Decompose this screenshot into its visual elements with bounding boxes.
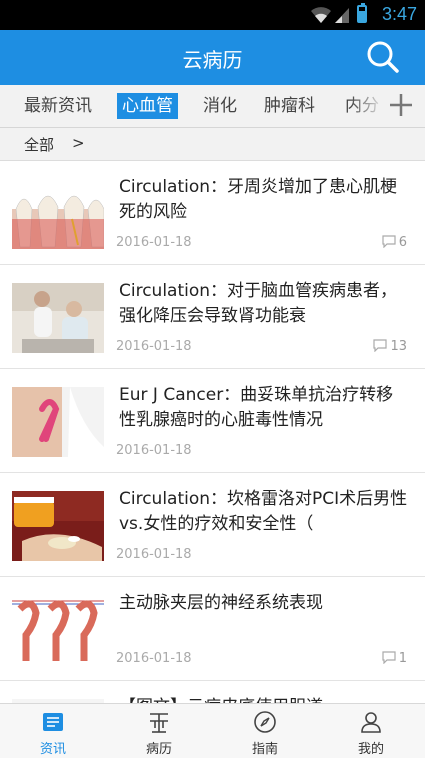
article-thumbnail (12, 595, 104, 665)
article-item[interactable]: 【图文】云病皮底使用胆道 (0, 681, 425, 703)
nav-label: 我的 (357, 742, 384, 757)
article-item[interactable]: Eur J Cancer：曲妥珠单抗治疗转移性乳腺癌时的心脏毒性情况 2016-… (0, 369, 425, 473)
article-title: Eur J Cancer：曲妥珠单抗治疗转移性乳腺癌时的心脏毒性情况 (119, 385, 394, 430)
filter-bar[interactable]: 全部 > (0, 128, 425, 161)
article-thumbnail (12, 283, 104, 353)
tab-oncology[interactable]: 肿瘤科 (259, 93, 320, 119)
filter-arrow-icon: > (72, 134, 85, 152)
comment-count: 1 (382, 651, 407, 666)
nav-profile[interactable]: 我的 (318, 704, 424, 758)
comment-icon (373, 339, 388, 353)
comment-icon (382, 651, 396, 665)
article-thumbnail (12, 179, 104, 249)
article-item[interactable]: Circulation：牙周炎增加了患心肌梗死的风险 2016-01-18 6 (0, 161, 425, 265)
filter-label: 全部 (24, 136, 55, 154)
search-icon[interactable] (366, 40, 400, 74)
signal-icon (335, 8, 349, 23)
article-date: 2016-01-18 (116, 547, 192, 562)
wifi-icon (311, 7, 331, 23)
article-thumbnail (12, 387, 104, 457)
comment-count-value: 13 (390, 339, 407, 354)
news-icon (43, 713, 63, 731)
article-date: 2016-01-18 (116, 443, 192, 458)
article-date: 2016-01-18 (116, 235, 192, 250)
status-bar: 3:47 (0, 0, 425, 30)
article-item[interactable]: Circulation：坎格雷洛对PCI术后男性vs.女性的疗效和安全性（ 20… (0, 473, 425, 577)
tab-latest[interactable]: 最新资讯 (19, 93, 97, 119)
person-icon (361, 712, 381, 733)
tab-digestive[interactable]: 消化 (198, 93, 242, 119)
article-item[interactable]: Circulation：对于脑血管疾病患者，强化降压会导致肾功能衰 2016-0… (0, 265, 425, 369)
nav-records[interactable]: 病历 (106, 704, 212, 758)
nav-label: 病历 (145, 742, 172, 757)
page-title: 云病历 (182, 48, 243, 72)
article-title: 主动脉夹层的神经系统表现 (119, 593, 323, 613)
article-title: Circulation：坎格雷洛对PCI术后男性vs.女性的疗效和安全性（ (119, 489, 408, 534)
battery-icon (357, 3, 367, 23)
article-title: Circulation：对于脑血管疾病患者，强化降压会导致肾功能衰 (119, 281, 398, 326)
comment-count-value: 6 (398, 235, 407, 250)
article-title: 【图文】云病皮底使用胆道 (119, 695, 409, 703)
add-category-icon[interactable] (387, 91, 415, 119)
comment-count-value: 1 (398, 651, 407, 666)
category-tabs: 最新资讯 心血管 消化 肿瘤科 内分 (0, 85, 425, 128)
bottom-navigation: 资讯 病历 指南 我的 (0, 703, 425, 758)
status-time: 3:47 (381, 4, 417, 24)
compass-icon (254, 711, 276, 733)
article-item[interactable]: 主动脉夹层的神经系统表现 2016-01-18 1 (0, 577, 425, 681)
article-title: Circulation：牙周炎增加了患心肌梗死的风险 (119, 177, 398, 222)
record-icon (150, 713, 168, 733)
tab-cardiovascular[interactable]: 心血管 (117, 93, 178, 119)
article-thumbnail (12, 491, 104, 561)
comment-count: 13 (373, 339, 407, 354)
comment-icon (382, 235, 396, 249)
nav-label: 资讯 (39, 742, 66, 757)
tabs-fade (350, 85, 385, 127)
article-date: 2016-01-18 (116, 651, 192, 666)
comment-count: 6 (382, 235, 407, 250)
nav-label: 指南 (251, 742, 278, 757)
nav-news[interactable]: 资讯 (0, 704, 106, 758)
article-list: Circulation：牙周炎增加了患心肌梗死的风险 2016-01-18 6 … (0, 161, 425, 703)
article-date: 2016-01-18 (116, 339, 192, 354)
nav-guide[interactable]: 指南 (212, 704, 318, 758)
app-header: 云病历 (0, 30, 425, 85)
